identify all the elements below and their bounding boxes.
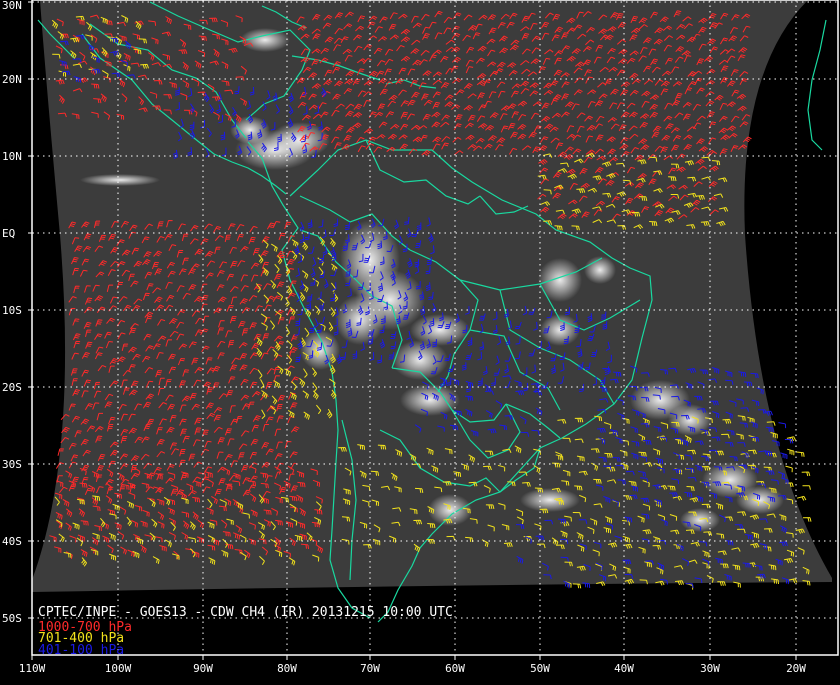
- longitude-label: 40W: [614, 662, 634, 675]
- satellite-wind-map: 30N 20N 10N EQ 10S 20S 30S 40S 50S 110W 100W 90W 80…: [0, 0, 840, 680]
- cloud-patch: [428, 494, 472, 526]
- wind-barb: [733, 581, 741, 588]
- longitude-label: 30W: [700, 662, 720, 675]
- cloud-patch: [335, 295, 385, 345]
- wind-barb: [802, 485, 811, 490]
- wind-barb: [572, 583, 582, 589]
- wind-barb: [801, 471, 811, 477]
- coast-west-africa: [807, 19, 827, 151]
- longitude-label: 70W: [360, 662, 380, 675]
- wind-barb: [778, 422, 787, 429]
- cloud-patch: [584, 256, 616, 284]
- legend-high-level: 401-100 hPa: [38, 643, 124, 658]
- wind-barb: [785, 465, 793, 473]
- wind-barb: [784, 438, 794, 444]
- latitude-label: 20S: [2, 381, 22, 394]
- wind-barb: [796, 495, 807, 501]
- longitude-label: 80W: [277, 662, 297, 675]
- cloud-patch: [680, 508, 720, 532]
- latitude-labels: 30N 20N 10N EQ 10S 20S 30S 40S 50S: [2, 0, 34, 625]
- cloud-patch: [400, 384, 460, 416]
- map-caption-block: CPTEC/INPE - GOES13 - CDW CH4 (IR) 20131…: [38, 605, 453, 658]
- longitude-labels: 110W 100W 90W 80W 70W 60W 50W 40W 30W 20W: [19, 655, 806, 675]
- latitude-label: 30N: [2, 0, 22, 12]
- latitude-label: EQ: [2, 227, 15, 240]
- latitude-label: 10N: [2, 150, 22, 163]
- wind-barb: [787, 448, 795, 456]
- cloud-patch: [538, 258, 582, 302]
- latitude-label: 20N: [2, 73, 22, 86]
- cloud-patch: [80, 174, 160, 186]
- wind-barb: [685, 583, 694, 590]
- latitude-label: 10S: [2, 304, 22, 317]
- longitude-label: 60W: [445, 662, 465, 675]
- cloud-patch: [736, 486, 784, 514]
- latitude-label: 50S: [2, 612, 22, 625]
- map-caption: CPTEC/INPE - GOES13 - CDW CH4 (IR) 20131…: [38, 605, 453, 620]
- longitude-label: 100W: [105, 662, 132, 675]
- longitude-label: 110W: [19, 662, 46, 675]
- latitude-label: 40S: [2, 535, 22, 548]
- latitude-label: 30S: [2, 458, 22, 471]
- wind-barb: [802, 517, 812, 522]
- map-canvas: 30N 20N 10N EQ 10S 20S 30S 40S 50S 110W 100W 90W 80…: [2, 0, 839, 675]
- longitude-label: 90W: [193, 662, 213, 675]
- longitude-label: 20W: [786, 662, 806, 675]
- longitude-label: 50W: [530, 662, 550, 675]
- cloud-patch: [520, 488, 580, 512]
- wind-barb: [796, 451, 805, 457]
- satellite-image: [32, 0, 832, 592]
- cloud-patch: [790, 60, 810, 140]
